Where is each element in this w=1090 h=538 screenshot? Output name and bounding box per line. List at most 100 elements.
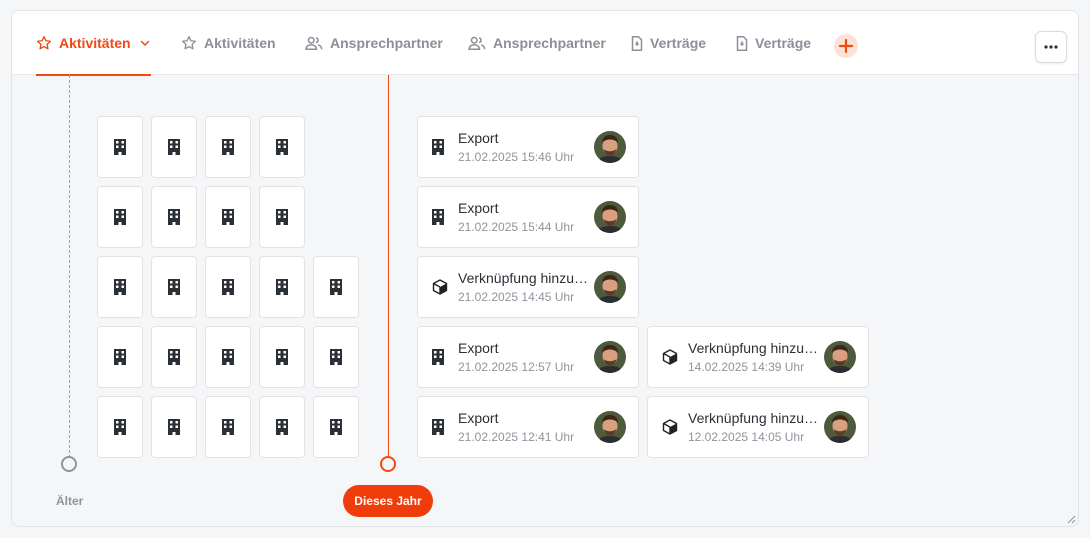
timeline-older-label: Älter (56, 494, 84, 508)
activity-title: Verknüpfung hinzugefügt (458, 270, 588, 286)
activity-card[interactable]: Verknüpfung hinzugefügt 14.02.2025 14:39 … (647, 326, 869, 388)
building-icon (276, 209, 288, 225)
older-activity-tile[interactable] (313, 326, 359, 388)
older-activity-tile[interactable] (205, 116, 251, 178)
resize-handle-icon[interactable] (1067, 515, 1076, 524)
star-icon (182, 36, 196, 50)
cube-icon (432, 279, 448, 295)
document-icon (736, 35, 748, 51)
older-activity-tile[interactable] (313, 256, 359, 318)
tab-aktivitaeten-dropdown[interactable]: Aktivitäten (36, 11, 151, 76)
building-icon (330, 419, 342, 435)
activity-card[interactable]: Export 21.02.2025 15:46 Uhr (417, 116, 639, 178)
user-avatar (594, 201, 626, 233)
tab-vertraege[interactable]: Verträge (631, 11, 706, 75)
building-icon (432, 419, 444, 435)
activity-timestamp: 21.02.2025 12:41 Uhr (458, 430, 575, 444)
activity-title: Verknüpfung hinzugefügt (688, 340, 818, 356)
timeline-current-year-button[interactable]: Dieses Jahr (343, 485, 433, 517)
building-icon (222, 139, 234, 155)
older-activity-tile[interactable] (151, 186, 197, 248)
activity-card[interactable]: Export 21.02.2025 12:41 Uhr (417, 396, 639, 458)
older-activity-tile[interactable] (151, 256, 197, 318)
activity-type-icon (662, 419, 678, 440)
add-tab-button[interactable] (834, 34, 858, 58)
avatar[interactable] (594, 131, 626, 163)
tab-bar: Aktivitäten Aktivitäten Ansprechpartner … (12, 11, 1078, 76)
timeline-older-line (69, 75, 70, 458)
plus-icon (839, 39, 853, 53)
user-avatar (824, 411, 856, 443)
cube-icon (662, 349, 678, 365)
tab-label: Verträge (650, 35, 707, 51)
activity-type-icon (432, 209, 444, 230)
older-activity-tile[interactable] (259, 396, 305, 458)
tab-ansprechpartner[interactable]: Ansprechpartner (305, 11, 443, 75)
older-activity-tile[interactable] (97, 116, 143, 178)
activity-title: Verknüpfung hinzugefügt (688, 410, 818, 426)
older-activity-tile[interactable] (259, 326, 305, 388)
building-icon (114, 349, 126, 365)
tab-label: Verträge (755, 35, 812, 51)
older-activity-tile[interactable] (97, 326, 143, 388)
older-activity-tile[interactable] (205, 326, 251, 388)
users-icon (468, 36, 486, 50)
activity-card[interactable]: Verknüpfung hinzugefügt 12.02.2025 14:05 … (647, 396, 869, 458)
timeline-current-line (388, 75, 389, 458)
activity-card[interactable]: Export 21.02.2025 15:44 Uhr (417, 186, 639, 248)
user-avatar (594, 411, 626, 443)
user-avatar (594, 271, 626, 303)
building-icon (114, 139, 126, 155)
older-activity-tile[interactable] (259, 116, 305, 178)
star-icon (37, 36, 51, 50)
more-options-button[interactable] (1035, 31, 1067, 63)
timeline-older-node (61, 456, 77, 472)
older-activity-tile[interactable] (151, 116, 197, 178)
building-icon (222, 209, 234, 225)
avatar[interactable] (594, 341, 626, 373)
older-activity-tile[interactable] (205, 256, 251, 318)
activity-card[interactable]: Verknüpfung hinzugefügt 21.02.2025 14:45 … (417, 256, 639, 318)
older-activity-tile[interactable] (97, 396, 143, 458)
activity-timestamp: 12.02.2025 14:05 Uhr (688, 430, 805, 444)
older-activity-tile[interactable] (151, 326, 197, 388)
avatar[interactable] (824, 341, 856, 373)
avatar[interactable] (594, 411, 626, 443)
activity-type-icon (432, 139, 444, 160)
tab-vertraege-2[interactable]: Verträge (736, 11, 811, 75)
avatar[interactable] (594, 271, 626, 303)
user-avatar (594, 341, 626, 373)
building-icon (168, 349, 180, 365)
tab-ansprechpartner-2[interactable]: Ansprechpartner (468, 11, 606, 75)
older-activity-tile[interactable] (97, 186, 143, 248)
building-icon (168, 209, 180, 225)
older-activity-tile[interactable] (313, 396, 359, 458)
older-activity-tile[interactable] (97, 256, 143, 318)
activity-panel: Aktivitäten Aktivitäten Ansprechpartner … (11, 10, 1079, 527)
avatar[interactable] (824, 411, 856, 443)
avatar[interactable] (594, 201, 626, 233)
older-activity-tile[interactable] (259, 186, 305, 248)
tab-label: Ansprechpartner (330, 35, 443, 51)
building-icon (114, 279, 126, 295)
older-activity-tile[interactable] (259, 256, 305, 318)
activity-card[interactable]: Export 21.02.2025 12:57 Uhr (417, 326, 639, 388)
activity-type-icon (432, 349, 444, 370)
chevron-down-icon (140, 40, 149, 47)
building-icon (276, 139, 288, 155)
cube-icon (662, 419, 678, 435)
activity-title: Export (458, 200, 499, 216)
ellipsis-icon (1044, 45, 1058, 49)
building-icon (168, 419, 180, 435)
activity-type-icon (662, 349, 678, 370)
activity-title: Export (458, 410, 499, 426)
building-icon (222, 279, 234, 295)
building-icon (114, 209, 126, 225)
older-activity-tile[interactable] (205, 186, 251, 248)
tab-aktivitaeten[interactable]: Aktivitäten (181, 11, 276, 75)
building-icon (432, 209, 444, 225)
older-activity-tile[interactable] (205, 396, 251, 458)
activity-type-icon (432, 279, 448, 300)
building-icon (276, 279, 288, 295)
older-activity-tile[interactable] (151, 396, 197, 458)
